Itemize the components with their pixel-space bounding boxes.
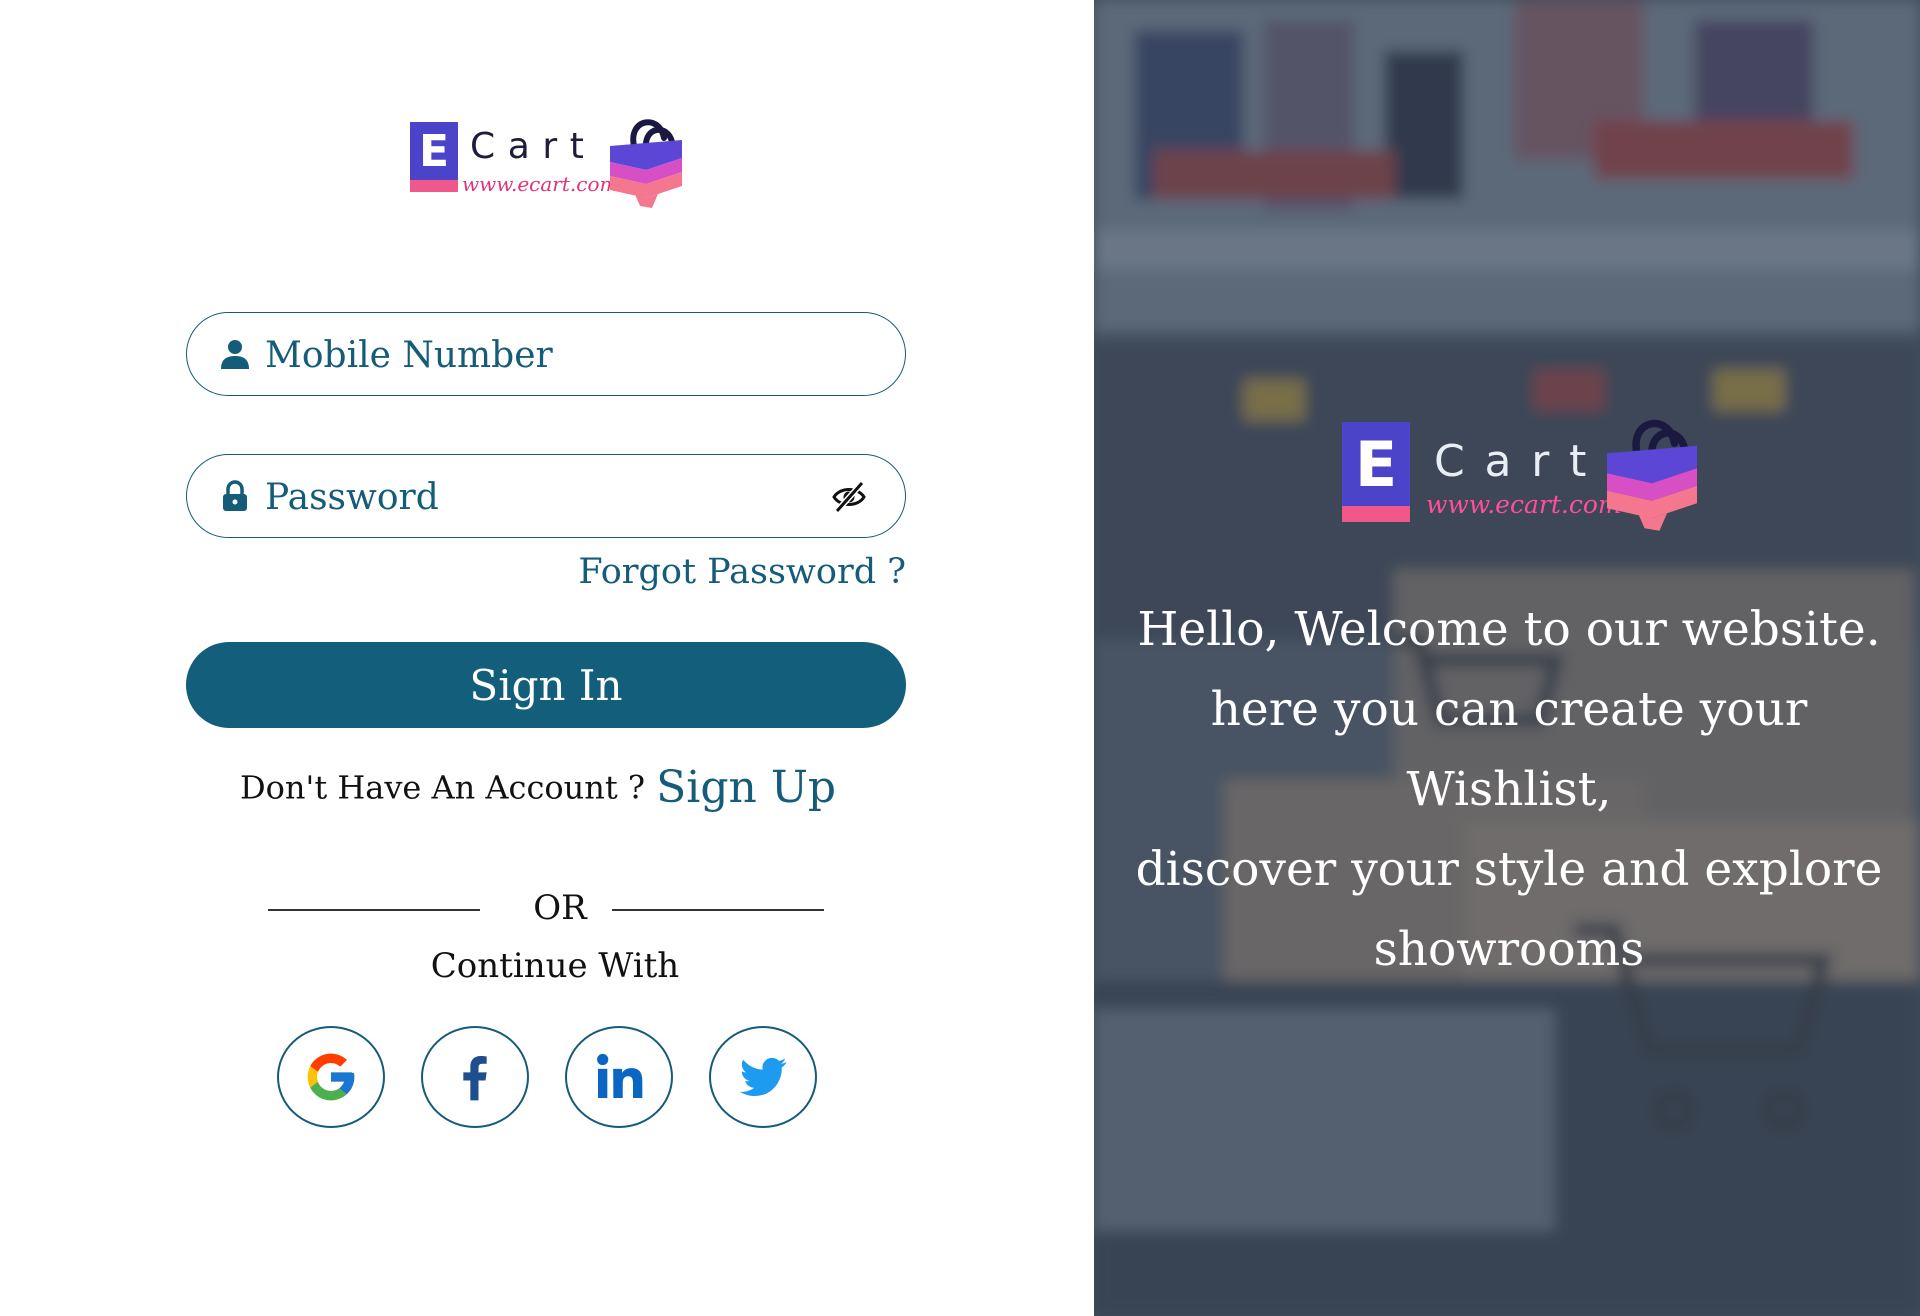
linkedin-icon <box>597 1053 643 1098</box>
facebook-login-button[interactable] <box>421 1026 529 1128</box>
mobile-number-field[interactable] <box>186 312 906 397</box>
sign-up-link[interactable]: Sign Up <box>656 762 836 813</box>
password-field[interactable] <box>186 454 906 539</box>
mobile-number-input[interactable] <box>263 313 827 397</box>
shopping-bag-icon <box>610 119 682 208</box>
welcome-message: Hello, Welcome to our website. here you … <box>1114 590 1904 990</box>
logo-url: www.ecart.com <box>462 172 619 196</box>
sign-in-button[interactable]: Sign In <box>186 642 906 728</box>
logo-e-strip <box>410 180 458 192</box>
google-login-button[interactable] <box>277 1026 385 1128</box>
user-icon <box>221 340 249 369</box>
logo-e-strip <box>1342 506 1410 522</box>
forgot-password-link[interactable]: Forgot Password ? <box>578 552 906 592</box>
divider-right <box>612 909 824 911</box>
eye-slash-icon[interactable] <box>831 480 867 514</box>
welcome-line: discover your style and explore <box>1135 842 1883 897</box>
ecart-logo: E Cart www.ecart.com <box>410 112 685 212</box>
lock-icon <box>223 480 247 511</box>
google-icon <box>307 1053 355 1101</box>
login-panel: E Cart www.ecart.com Mobile Number Forgo… <box>0 0 1094 1316</box>
logo-url: www.ecart.com <box>1426 490 1622 519</box>
hero-panel: E Cart www.ecart.com Hello, Welcome to o… <box>1094 0 1920 1316</box>
linkedin-login-button[interactable] <box>565 1026 673 1128</box>
welcome-line: here you can create your Wishlist, <box>1210 682 1808 817</box>
welcome-line: Hello, Welcome to our website. <box>1137 602 1881 657</box>
signup-prompt: Don't Have An Account ? Sign Up <box>240 762 836 813</box>
shopping-bag-icon <box>1607 419 1697 531</box>
or-text: OR <box>533 888 587 928</box>
logo-wordmark: Cart <box>1434 436 1607 487</box>
password-input[interactable] <box>263 455 827 539</box>
ecart-logo-hero: E Cart www.ecart.com <box>1342 410 1702 540</box>
divider-left <box>268 909 480 911</box>
continue-with-text: Continue With <box>430 946 680 986</box>
logo-e-box: E <box>410 122 458 180</box>
welcome-line: showrooms <box>1373 922 1645 977</box>
logo-e-box: E <box>1342 422 1410 506</box>
no-account-text: Don't Have An Account ? <box>240 768 646 807</box>
twitter-icon <box>739 1057 787 1097</box>
logo-wordmark: Cart <box>470 126 597 167</box>
twitter-login-button[interactable] <box>709 1026 817 1128</box>
facebook-icon <box>463 1056 487 1101</box>
